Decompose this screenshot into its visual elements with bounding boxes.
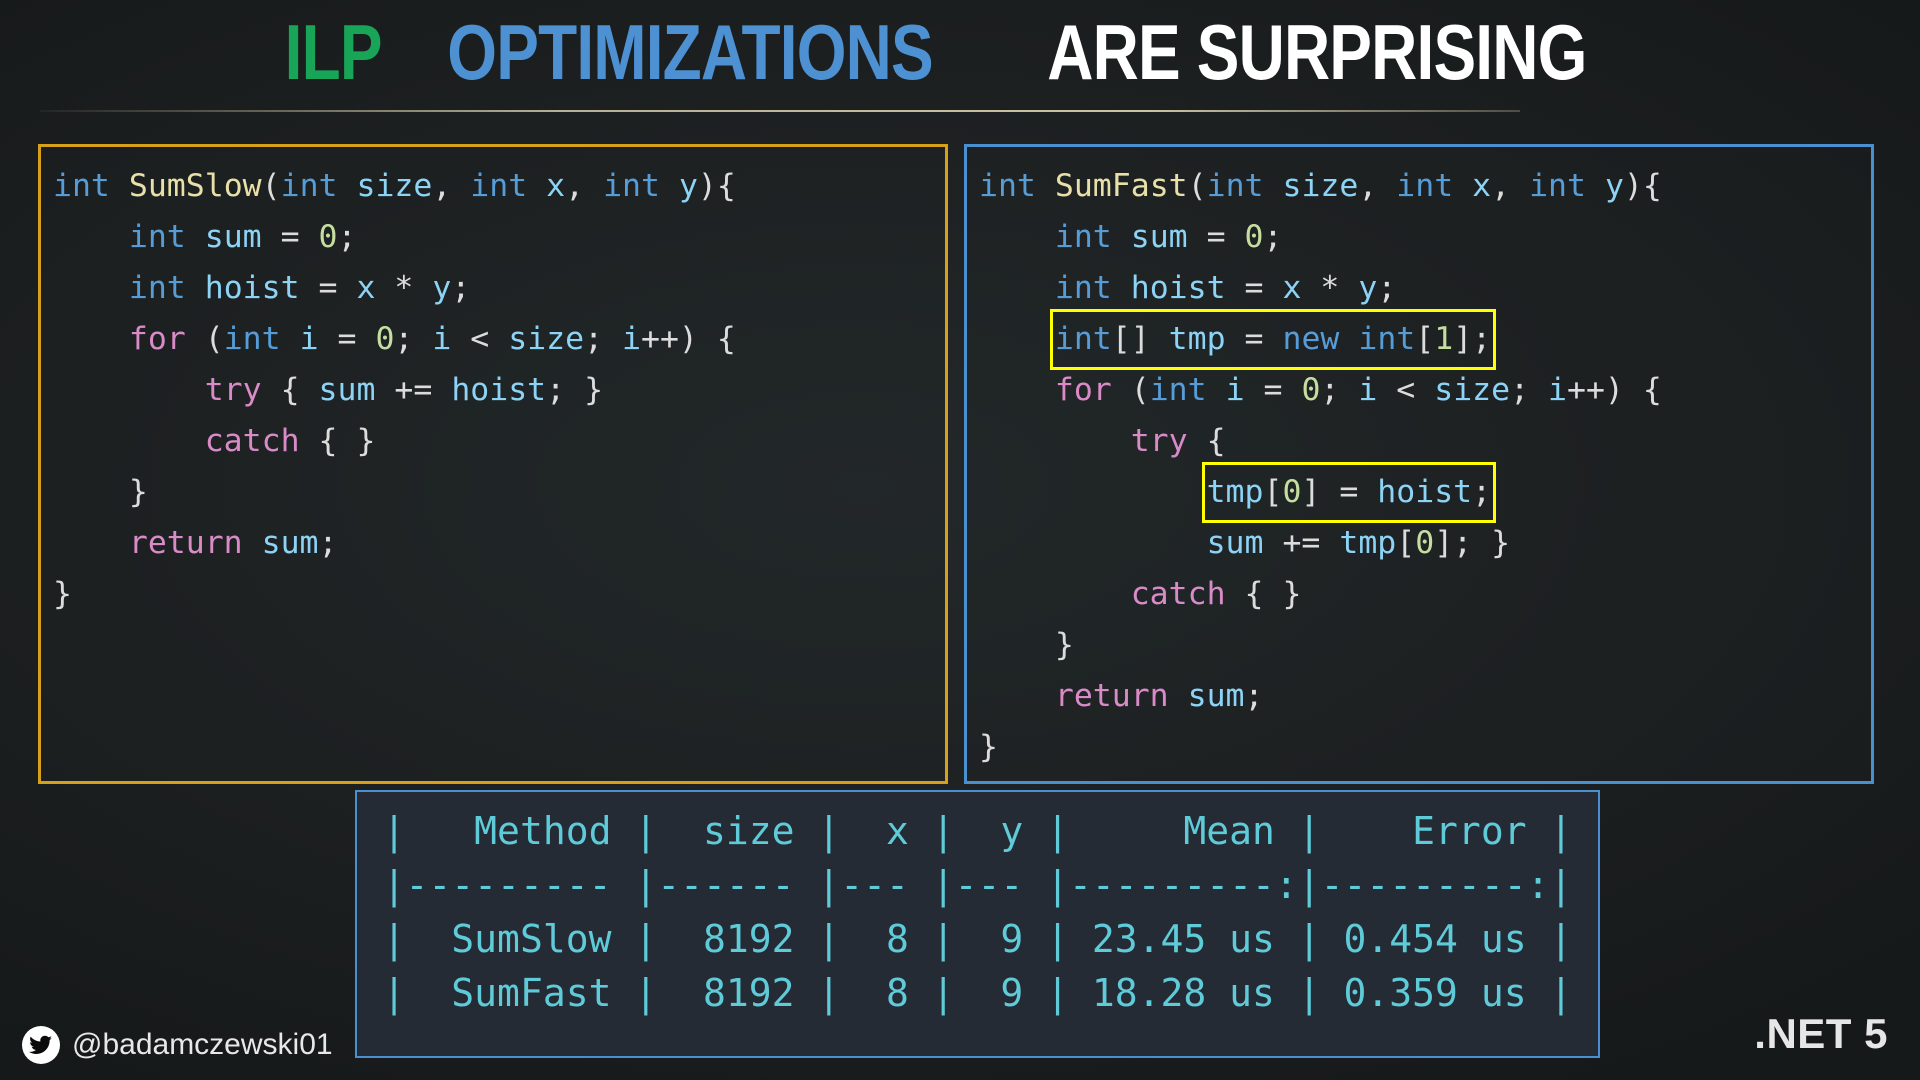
highlight-box-array-store: tmp[0] = hoist;: [1201, 462, 1497, 523]
twitter-credit: @badamczewski01: [22, 1026, 333, 1064]
code-block-sumfast: int SumFast(int size, int x, int y){ int…: [964, 144, 1874, 784]
twitter-icon: [22, 1026, 60, 1064]
twitter-handle-text: @badamczewski01: [72, 1028, 333, 1061]
platform-badge: .NET 5: [1754, 1010, 1888, 1057]
table-row: | SumFast | 8192 | 8 | 9 | 18.28 us | 0.…: [382, 971, 1573, 1015]
code-text-sumfast: int SumFast(int size, int x, int y){ int…: [979, 168, 1662, 765]
title-part-rest: ARE SURPRISING: [1047, 7, 1588, 96]
code-block-sumslow: int SumSlow(int size, int x, int y){ int…: [38, 144, 948, 784]
title-part-optimizations: OPTIMIZATIONS: [447, 7, 934, 96]
benchmark-header-row: | Method | size | x | y | Mean | Error |: [382, 809, 1573, 853]
table-row: | SumSlow | 8192 | 8 | 9 | 23.45 us | 0.…: [382, 917, 1573, 961]
page-title: ILP OPTIMIZATIONS ARE SURPRISING: [0, 8, 1920, 96]
highlight-box-array-alloc: int[] tmp = new int[1];: [1049, 309, 1497, 370]
benchmark-results-table: | Method | size | x | y | Mean | Error |…: [355, 790, 1600, 1058]
code-text-sumslow: int SumSlow(int size, int x, int y){ int…: [53, 168, 736, 612]
title-divider: [40, 110, 1520, 112]
benchmark-separator-row: |--------- |------ |--- |--- |---------:…: [382, 863, 1573, 907]
title-part-ilp: ILP: [284, 7, 382, 96]
